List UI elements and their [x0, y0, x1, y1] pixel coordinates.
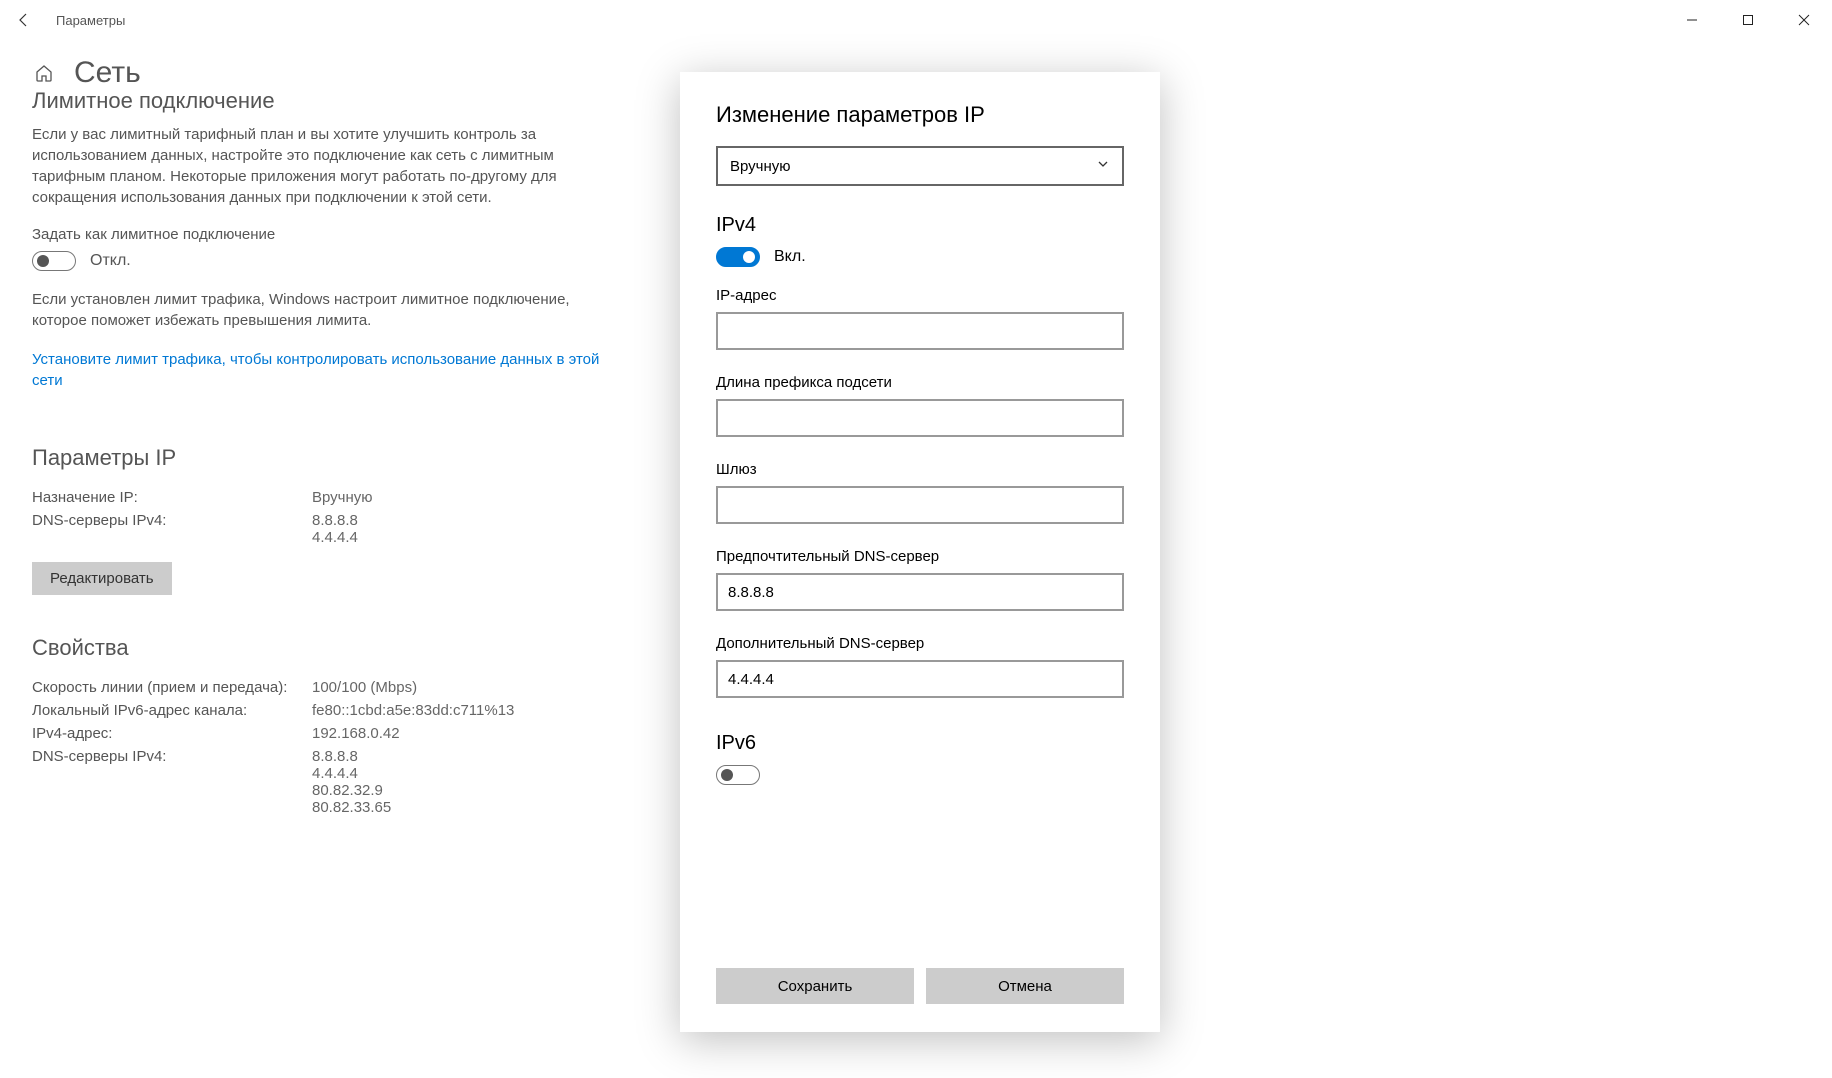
props-heading: Свойства: [32, 635, 608, 661]
ip-mode-value: Вручную: [730, 158, 791, 175]
ip-param-row: Назначение IP:Вручную: [32, 489, 608, 506]
gateway-label: Шлюз: [716, 461, 1124, 478]
prefix-label: Длина префикса подсети: [716, 374, 1124, 391]
home-icon[interactable]: [32, 61, 56, 85]
metered-toggle-state: Откл.: [90, 252, 131, 270]
page-title: Сеть: [74, 56, 141, 90]
save-button[interactable]: Сохранить: [716, 968, 914, 1004]
prop-row: Скорость линии (прием и передача):100/10…: [32, 679, 608, 696]
metered-desc2: Если установлен лимит трафика, Windows н…: [32, 289, 608, 331]
prop-row: IPv4-адрес:192.168.0.42: [32, 725, 608, 742]
dns1-input[interactable]: [716, 573, 1124, 611]
chevron-down-icon: [1096, 157, 1110, 175]
modal-title: Изменение параметров IP: [716, 102, 1124, 128]
dns2-label: Дополнительный DNS-сервер: [716, 635, 1124, 652]
ipv6-toggle[interactable]: [716, 765, 760, 785]
ipv4-toggle[interactable]: [716, 247, 760, 267]
dns1-label: Предпочтительный DNS-сервер: [716, 548, 1124, 565]
prop-row: DNS-серверы IPv4:8.8.8.8 4.4.4.4 80.82.3…: [32, 748, 608, 816]
data-limit-link[interactable]: Установите лимит трафика, чтобы контроли…: [32, 349, 608, 391]
cancel-button[interactable]: Отмена: [926, 968, 1124, 1004]
ip-settings-modal: Изменение параметров IP Вручную IPv4 Вкл…: [680, 72, 1160, 1032]
ip-param-row: DNS-серверы IPv4:8.8.8.8 4.4.4.4: [32, 512, 608, 546]
ip-params-heading: Параметры IP: [32, 445, 608, 471]
prop-row: Локальный IPv6-адрес канала:fe80::1cbd:a…: [32, 702, 608, 719]
window-title: Параметры: [56, 13, 125, 28]
ip-address-label: IP-адрес: [716, 287, 1124, 304]
edit-button[interactable]: Редактировать: [32, 562, 172, 595]
minimize-button[interactable]: [1664, 0, 1720, 40]
ipv4-toggle-state: Вкл.: [774, 248, 806, 266]
ip-address-input[interactable]: [716, 312, 1124, 350]
metered-desc: Если у вас лимитный тарифный план и вы х…: [32, 124, 608, 208]
close-button[interactable]: [1776, 0, 1832, 40]
dns2-input[interactable]: [716, 660, 1124, 698]
ipv4-heading: IPv4: [716, 214, 1124, 237]
prefix-input[interactable]: [716, 399, 1124, 437]
gateway-input[interactable]: [716, 486, 1124, 524]
ipv6-heading: IPv6: [716, 732, 1124, 755]
metered-heading: Лимитное подключение: [32, 88, 608, 114]
back-button[interactable]: [8, 4, 40, 36]
metered-toggle[interactable]: [32, 251, 76, 271]
ip-mode-select[interactable]: Вручную: [716, 146, 1124, 186]
maximize-button[interactable]: [1720, 0, 1776, 40]
metered-toggle-label: Задать как лимитное подключение: [32, 226, 608, 243]
